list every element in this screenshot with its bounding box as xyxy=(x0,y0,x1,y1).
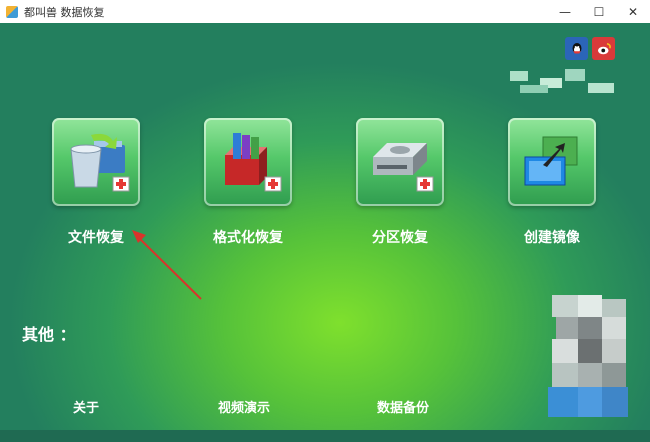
weibo-icon[interactable] xyxy=(592,37,615,60)
format-recover-label[interactable]: 格式化恢复 xyxy=(188,227,308,247)
video-demo-link[interactable]: 视频演示 xyxy=(218,397,270,416)
minimize-button[interactable]: — xyxy=(548,0,582,23)
window-controls: — ☐ ✕ xyxy=(548,0,650,23)
partition-recover-label[interactable]: 分区恢复 xyxy=(340,227,460,247)
file-recover-label[interactable]: 文件恢复 xyxy=(36,227,156,247)
social-links xyxy=(565,37,615,60)
create-image-label[interactable]: 创建镜像 xyxy=(492,227,612,247)
about-link[interactable]: 关于 xyxy=(73,397,99,416)
window-title: 都叫兽 数据恢复 xyxy=(24,5,105,19)
qq-icon[interactable] xyxy=(565,37,588,60)
format-recover-tile[interactable] xyxy=(204,118,292,206)
create-image-icon xyxy=(524,136,578,186)
partition-recover-icon xyxy=(373,143,434,192)
other-section-title: 其他 ： xyxy=(22,325,76,344)
bottom-status-bar xyxy=(0,430,650,442)
maximize-button[interactable]: ☐ xyxy=(582,0,616,23)
title-bar[interactable]: 都叫兽 数据恢复 — ☐ ✕ xyxy=(0,0,650,23)
create-image-tile[interactable] xyxy=(508,118,596,206)
close-button[interactable]: ✕ xyxy=(616,0,650,23)
main-panel: 文件恢复 格式化恢复 分区恢复 创建镜像 其他 ： 关于 视频演示 数据备份 xyxy=(0,23,650,442)
format-recover-icon xyxy=(225,133,282,192)
file-recover-icon xyxy=(70,133,130,192)
data-backup-link[interactable]: 数据备份 xyxy=(377,397,429,416)
partition-recover-tile[interactable] xyxy=(356,118,444,206)
app-window: 都叫兽 数据恢复 — ☐ ✕ 文件恢复 格式化恢复 分区恢复 创建镜像 其他 ：… xyxy=(0,0,650,442)
app-logo-icon xyxy=(6,5,18,18)
file-recover-tile[interactable] xyxy=(52,118,140,206)
